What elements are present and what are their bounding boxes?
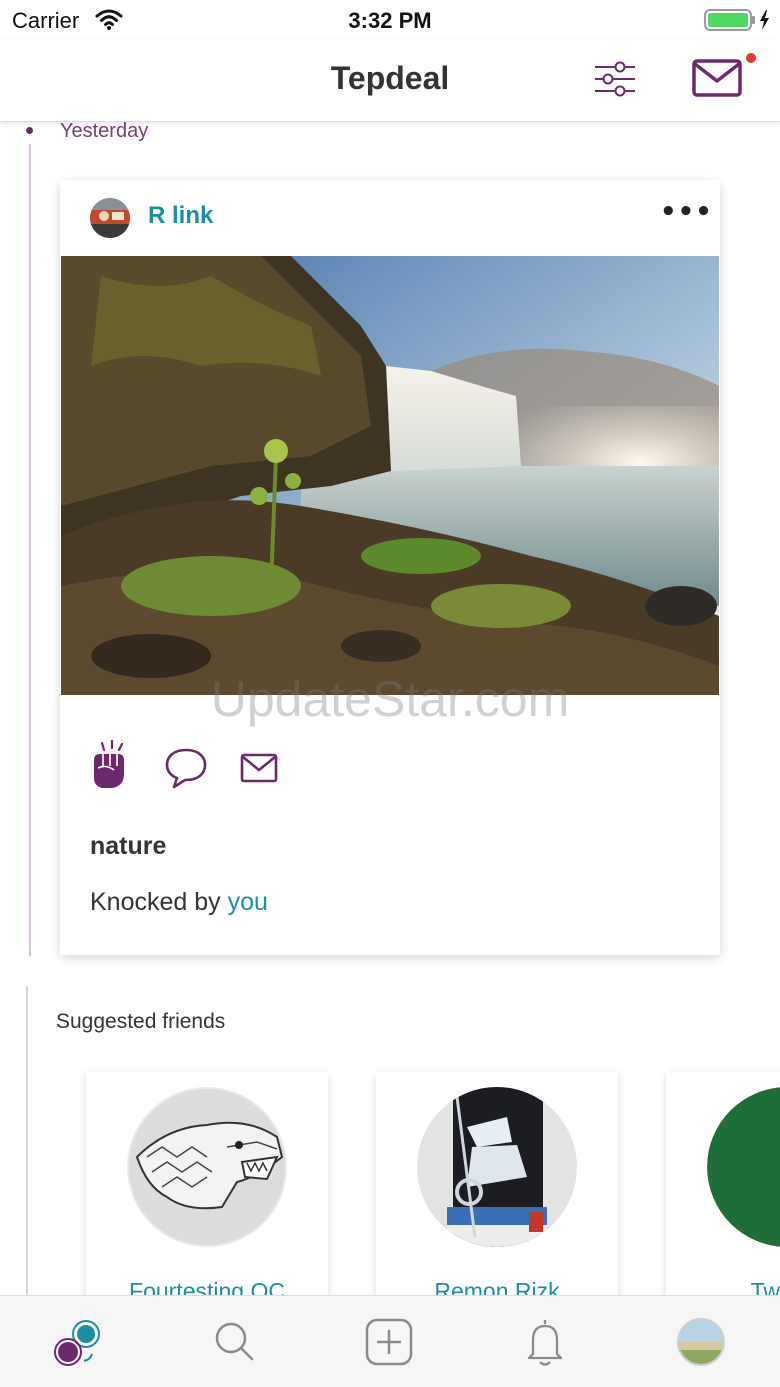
author-avatar[interactable] — [90, 198, 130, 238]
author-name[interactable]: R link — [148, 202, 213, 230]
friend-avatar — [707, 1087, 780, 1247]
friend-photo-image — [417, 1087, 577, 1247]
post-header: R link ••• — [60, 180, 720, 256]
author-avatar-image — [90, 198, 130, 238]
unread-badge — [746, 53, 756, 63]
feed: Yesterday R link ••• UpdateStar.com natu… — [0, 122, 780, 1295]
timeline-line — [29, 144, 31, 956]
knocked-prefix: Knocked by — [90, 888, 221, 916]
search-icon[interactable] — [206, 1314, 262, 1370]
friend-card[interactable]: Twotes — [666, 1072, 780, 1295]
friend-avatar — [417, 1087, 577, 1247]
screen: Carrier 3:32 PM Tepdeal Yesterday R link… — [0, 0, 780, 1387]
battery-icon — [704, 9, 769, 31]
feed-logo-icon[interactable] — [50, 1314, 106, 1370]
friend-name: Twotes — [750, 1278, 780, 1295]
friend-name: Remon Rizk — [434, 1278, 560, 1295]
tab-bar — [0, 1295, 780, 1387]
filter-sliders-icon[interactable] — [592, 58, 638, 100]
comment-icon[interactable] — [164, 740, 208, 794]
bell-icon[interactable] — [517, 1314, 573, 1370]
knock-fist-icon[interactable] — [88, 740, 132, 794]
date-label: Yesterday — [60, 122, 149, 142]
mail-icon[interactable] — [690, 56, 752, 102]
post-caption: nature — [90, 832, 167, 860]
nav-bar: Tepdeal — [0, 40, 780, 122]
status-bar: Carrier 3:32 PM — [0, 0, 780, 40]
timeline-dot — [26, 127, 33, 134]
timeline-line-secondary — [26, 986, 28, 1295]
status-time: 3:32 PM — [348, 8, 432, 33]
friend-app-logo — [707, 1087, 780, 1247]
friend-card[interactable]: Fourtesting OC — [86, 1072, 328, 1295]
add-post-icon[interactable] — [361, 1314, 417, 1370]
suggested-friends-title: Suggested friends — [56, 1010, 226, 1033]
message-icon[interactable] — [238, 740, 282, 794]
profile-avatar-icon[interactable] — [673, 1314, 729, 1370]
friend-avatar — [127, 1087, 287, 1247]
more-options-button[interactable]: ••• — [660, 199, 712, 232]
friend-card[interactable]: Remon Rizk — [376, 1072, 618, 1295]
knocked-by-link[interactable]: you — [228, 888, 268, 916]
watermark: UpdateStar.com — [210, 671, 570, 727]
post-image[interactable] — [61, 256, 719, 695]
wolf-sigil-image — [127, 1087, 287, 1247]
app-title: Tepdeal — [330, 60, 450, 96]
knocked-by-line: Knocked by you — [90, 888, 268, 917]
friend-name: Fourtesting OC — [129, 1278, 285, 1295]
post-actions — [88, 740, 388, 800]
waterfall-photo — [61, 256, 719, 695]
post-card: R link ••• UpdateStar.com nature Knocked… — [60, 180, 720, 955]
